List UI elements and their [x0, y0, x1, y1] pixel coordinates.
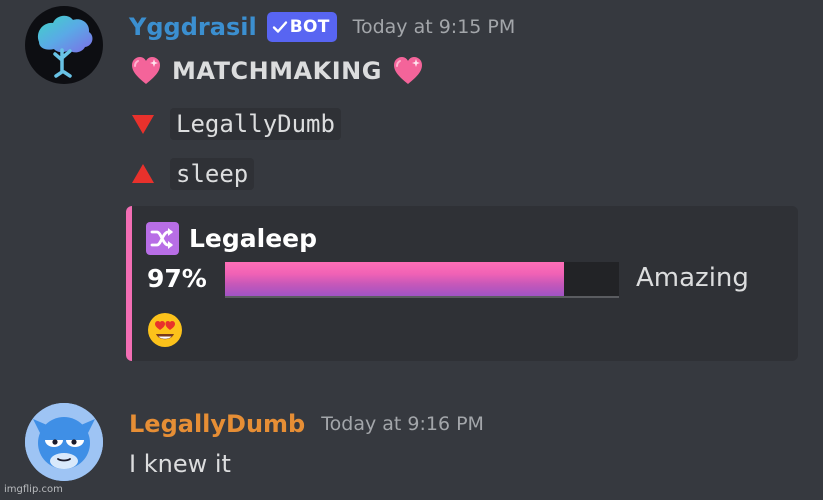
- embed-title: Legaleep: [146, 222, 317, 255]
- heart-eyes-emoji-icon: [148, 313, 182, 347]
- match-rating: Amazing: [636, 263, 749, 293]
- imgflip-watermark: imgflip.com: [4, 484, 63, 495]
- avatar-legallydumb[interactable]: [25, 403, 103, 481]
- user-up-code: sleep: [170, 158, 255, 190]
- checkmark-icon: [272, 21, 287, 33]
- embed-accent-bar: [126, 206, 132, 361]
- matchmaking-title-line: MATCHMAKING: [130, 56, 424, 86]
- user-up-line: sleep: [130, 158, 255, 190]
- bot-tag-label: BOT: [289, 17, 330, 37]
- match-progress-fill: [225, 262, 564, 296]
- red-triangle-down-icon: [132, 115, 154, 134]
- message-text: I knew it: [129, 450, 231, 478]
- embed-ship-name: Legaleep: [189, 224, 318, 253]
- matchmaking-title: MATCHMAKING: [172, 57, 382, 85]
- user-down-code: LegallyDumb: [170, 108, 341, 140]
- shuffle-icon: [146, 222, 179, 255]
- red-triangle-up-icon: [132, 164, 154, 183]
- username-legallydumb[interactable]: LegallyDumb: [129, 410, 305, 438]
- bot-tag: BOT: [266, 12, 337, 42]
- tree-icon: [37, 15, 93, 78]
- match-progress-bar: [225, 262, 619, 298]
- timestamp[interactable]: Today at 9:16 PM: [321, 413, 484, 435]
- message-header: Yggdrasil BOT Today at 9:15 PM: [129, 12, 515, 42]
- message-header: LegallyDumb Today at 9:16 PM: [129, 410, 484, 438]
- user-down-line: LegallyDumb: [130, 108, 341, 140]
- sparkling-heart-icon: [132, 57, 160, 84]
- timestamp[interactable]: Today at 9:15 PM: [353, 16, 516, 38]
- avatar-yggdrasil[interactable]: [25, 6, 103, 84]
- match-percent: 97%: [147, 264, 207, 293]
- cartoon-cat-icon: [25, 403, 103, 481]
- sparkling-heart-icon: [393, 57, 422, 84]
- username-yggdrasil[interactable]: Yggdrasil: [129, 13, 257, 41]
